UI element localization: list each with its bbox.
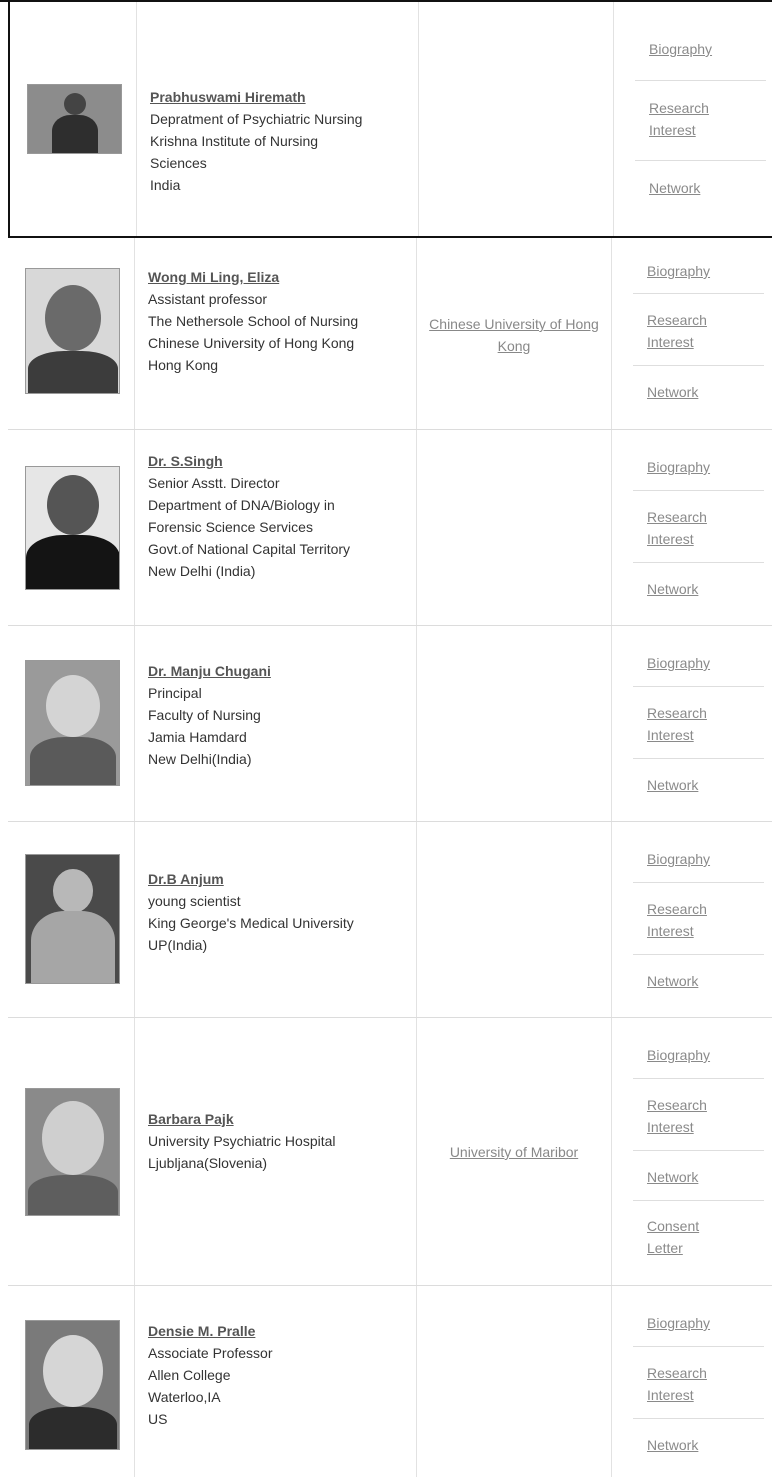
affiliation-line: Department of DNA/Biology in bbox=[148, 497, 335, 513]
affiliation-line: Waterloo,IA bbox=[148, 1389, 221, 1405]
affiliation-line: Principal bbox=[148, 685, 202, 701]
research-interest-link[interactable]: Research Interest bbox=[647, 1362, 727, 1406]
profile-photo bbox=[25, 1088, 120, 1216]
affiliation-line: US bbox=[148, 1411, 168, 1427]
network-link[interactable]: Network bbox=[647, 1434, 698, 1456]
affiliation-line: Faculty of Nursing bbox=[148, 707, 261, 723]
university-link[interactable]: University of Maribor bbox=[418, 1141, 610, 1163]
table-row: Prabhuswami Hiremath Depratment of Psych… bbox=[8, 2, 772, 238]
affiliation-line: Krishna Institute of Nursing bbox=[150, 133, 319, 149]
university-link[interactable]: Chinese University of Hong Kong bbox=[418, 313, 610, 357]
network-link[interactable]: Network bbox=[649, 177, 700, 199]
affiliation-line: Sciences bbox=[150, 155, 207, 171]
affiliation-line: Hong Kong bbox=[148, 357, 219, 373]
affiliation-line: UP(India) bbox=[148, 937, 208, 953]
table-row: Dr.B Anjum young scientist King George's… bbox=[8, 822, 772, 1018]
biography-link[interactable]: Biography bbox=[647, 456, 710, 478]
affiliation-line: India bbox=[150, 177, 181, 193]
table-row: Densie M. Pralle Associate Professor All… bbox=[8, 1286, 772, 1477]
research-interest-link[interactable]: Research Interest bbox=[647, 702, 727, 746]
affiliation-line: Chinese University of Hong Kong bbox=[148, 335, 355, 351]
affiliation-line: Assistant professor bbox=[148, 291, 268, 307]
profile-photo bbox=[25, 268, 120, 394]
research-interest-link[interactable]: Research Interest bbox=[649, 97, 729, 141]
profile-photo bbox=[25, 1320, 120, 1450]
affiliation-line: The Nethersole School of Nursing bbox=[148, 313, 359, 329]
affiliation-line: young scientist bbox=[148, 893, 241, 909]
affiliation-line: Ljubljana(Slovenia) bbox=[148, 1155, 268, 1171]
network-link[interactable]: Network bbox=[647, 774, 698, 796]
affiliation-line: King George's Medical University bbox=[148, 915, 354, 931]
person-name-link[interactable]: Barbara Pajk bbox=[148, 1108, 413, 1130]
affiliation-line: New Delhi(India) bbox=[148, 751, 252, 767]
person-name-link[interactable]: Wong Mi Ling, Eliza bbox=[148, 266, 413, 288]
affiliation-line: Allen College bbox=[148, 1367, 231, 1383]
network-link[interactable]: Network bbox=[647, 381, 698, 403]
biography-link[interactable]: Biography bbox=[647, 260, 710, 282]
network-link[interactable]: Network bbox=[647, 970, 698, 992]
affiliation-line: Forensic Science Services bbox=[148, 519, 313, 535]
affiliation-line: Associate Professor bbox=[148, 1345, 273, 1361]
research-interest-link[interactable]: Research Interest bbox=[647, 1094, 727, 1138]
table-row: Dr. Manju Chugani Principal Faculty of N… bbox=[8, 626, 772, 822]
person-name-link[interactable]: Dr. S.Singh bbox=[148, 450, 413, 472]
research-interest-link[interactable]: Research Interest bbox=[647, 309, 727, 353]
affiliation-line: Jamia Hamdard bbox=[148, 729, 247, 745]
table-row: Dr. S.Singh Senior Asstt. Director Depar… bbox=[8, 430, 772, 626]
person-name-link[interactable]: Prabhuswami Hiremath bbox=[150, 86, 415, 108]
biography-link[interactable]: Biography bbox=[649, 38, 712, 60]
research-interest-link[interactable]: Research Interest bbox=[647, 898, 727, 942]
person-name-link[interactable]: Dr.B Anjum bbox=[148, 868, 413, 890]
consent-letter-link[interactable]: Consent Letter bbox=[647, 1215, 717, 1259]
affiliation-line: Depratment of Psychiatric Nursing bbox=[150, 111, 363, 127]
affiliation-line: Govt.of National Capital Territory bbox=[148, 541, 351, 557]
profile-photo bbox=[27, 84, 122, 154]
profile-photo bbox=[25, 660, 120, 786]
network-link[interactable]: Network bbox=[647, 578, 698, 600]
affiliation-line: New Delhi (India) bbox=[148, 563, 256, 579]
profile-photo bbox=[25, 854, 120, 984]
affiliation-line: Senior Asstt. Director bbox=[148, 475, 280, 491]
biography-link[interactable]: Biography bbox=[647, 1044, 710, 1066]
table-row: Barbara Pajk University Psychiatric Hosp… bbox=[8, 1018, 772, 1286]
biography-link[interactable]: Biography bbox=[647, 1312, 710, 1334]
biography-link[interactable]: Biography bbox=[647, 848, 710, 870]
affiliation-line: University Psychiatric Hospital bbox=[148, 1133, 336, 1149]
research-interest-link[interactable]: Research Interest bbox=[647, 506, 727, 550]
table-row: Wong Mi Ling, Eliza Assistant professor … bbox=[8, 238, 772, 430]
person-name-link[interactable]: Densie M. Pralle bbox=[148, 1320, 413, 1342]
profile-photo bbox=[25, 466, 120, 590]
person-name-link[interactable]: Dr. Manju Chugani bbox=[148, 660, 413, 682]
network-link[interactable]: Network bbox=[647, 1166, 698, 1188]
biography-link[interactable]: Biography bbox=[647, 652, 710, 674]
